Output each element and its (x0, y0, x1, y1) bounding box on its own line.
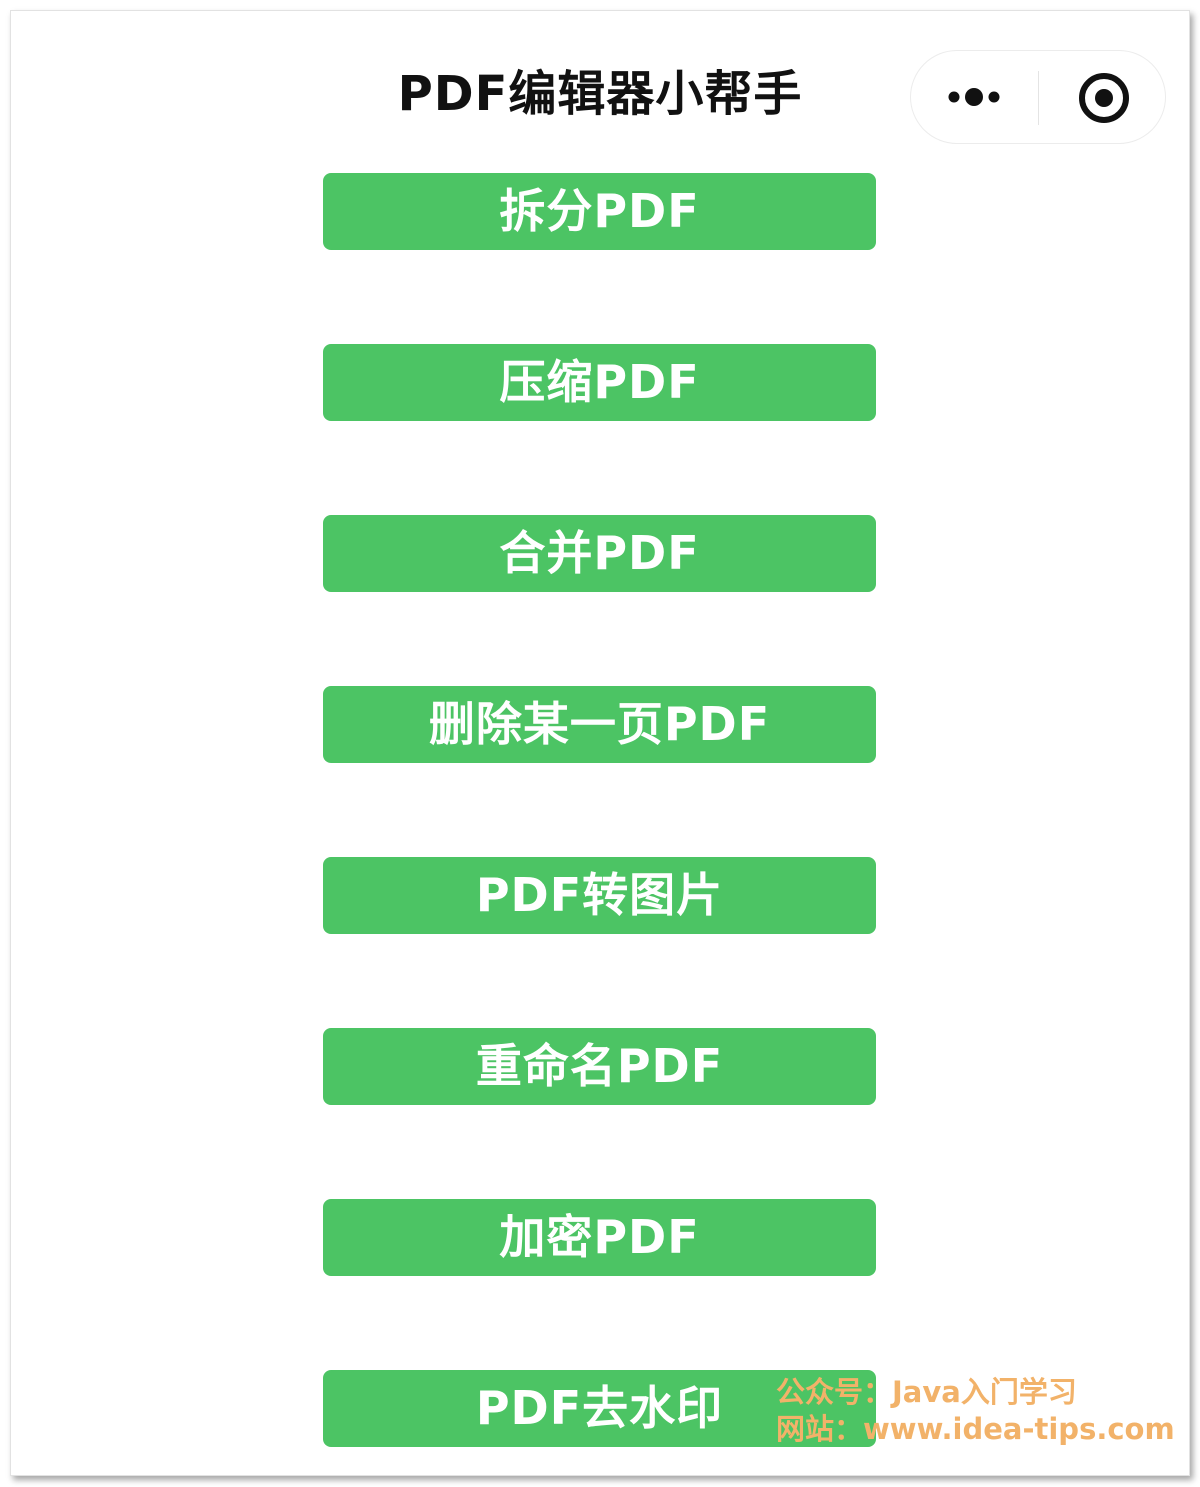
merge-pdf-button[interactable]: 合并PDF (323, 515, 876, 592)
target-close-icon (1079, 73, 1129, 123)
pdf-to-image-button[interactable]: PDF转图片 (323, 857, 876, 934)
more-button[interactable] (911, 51, 1038, 143)
split-pdf-button[interactable]: 拆分PDF (323, 173, 876, 250)
delete-page-pdf-button[interactable]: 删除某一页PDF (323, 686, 876, 763)
more-dots-icon (948, 88, 1000, 106)
encrypt-pdf-button[interactable]: 加密PDF (323, 1199, 876, 1276)
function-menu: 拆分PDF 压缩PDF 合并PDF 删除某一页PDF PDF转图片 重命名PDF… (323, 173, 876, 1487)
watermark-line-account: 公众号：Java入门学习 (776, 1375, 1077, 1409)
close-button[interactable] (1039, 51, 1165, 143)
rename-pdf-button[interactable]: 重命名PDF (323, 1028, 876, 1105)
compress-pdf-button[interactable]: 压缩PDF (323, 344, 876, 421)
watermark-line-website: 网站：www.idea-tips.com (776, 1412, 1175, 1446)
mini-program-capsule (910, 50, 1166, 144)
watermark-overlay: 公众号：Java入门学习 网站：www.idea-tips.com (776, 1374, 1176, 1448)
